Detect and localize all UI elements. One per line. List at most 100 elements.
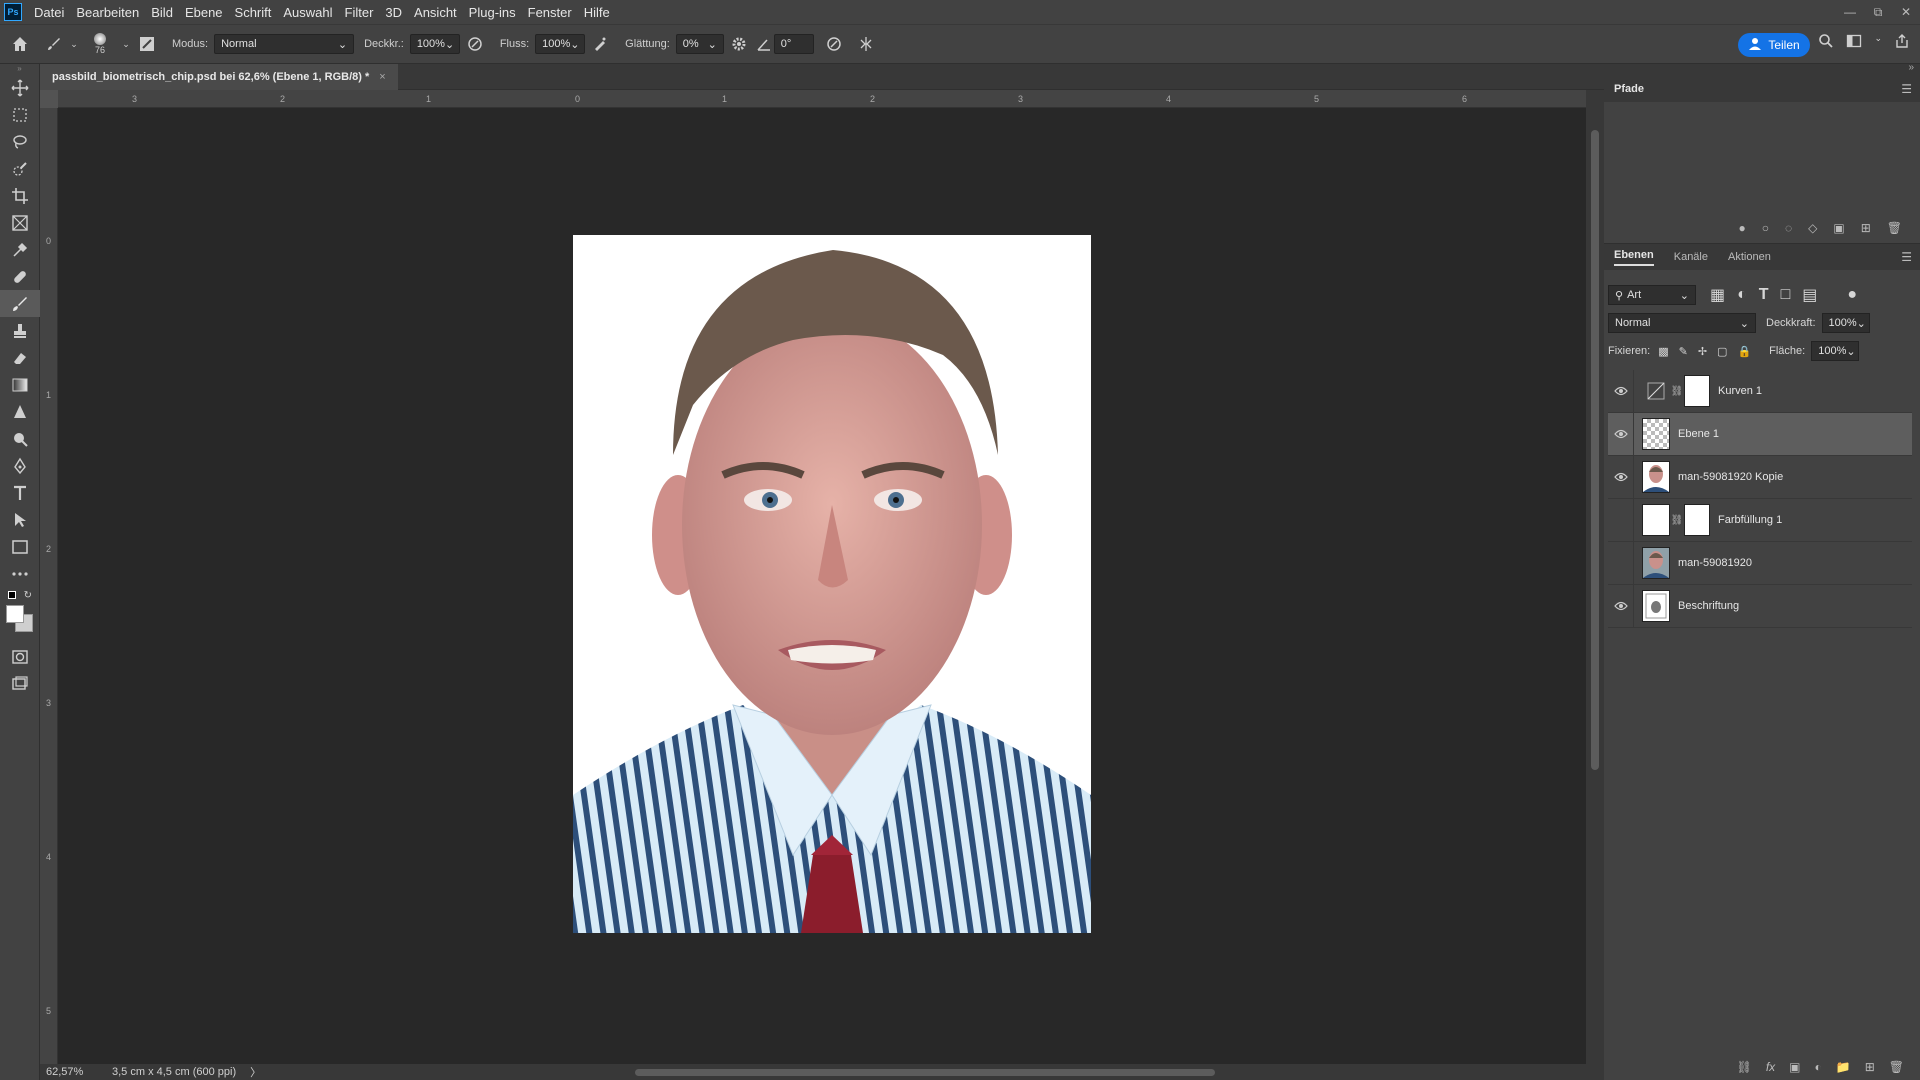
brush-settings-icon[interactable] [132,36,162,52]
link-layers-icon[interactable]: ⛓ [1737,1060,1752,1074]
layer-filter-select[interactable]: ⚲ Art ⌄ [1608,285,1696,305]
layer-thumbnail[interactable] [1642,418,1670,450]
layer-thumbnail[interactable] [1642,461,1670,493]
layer-thumbnail[interactable] [1642,547,1670,579]
foreground-color-swatch[interactable] [6,605,24,623]
layer-thumbnail[interactable] [1642,590,1670,622]
rectangle-tool-icon[interactable] [0,533,40,560]
scrollbar-thumb[interactable] [635,1069,1215,1076]
blend-mode-select[interactable]: Normal ⌄ [1608,313,1756,333]
chevron-down-icon[interactable]: ⌄ [120,39,132,50]
crop-tool-icon[interactable] [0,182,40,209]
layer-name[interactable]: Beschriftung [1678,600,1739,612]
menu-plugins[interactable]: Plug-ins [463,5,522,20]
tab-paths[interactable]: Pfade [1614,83,1644,95]
swap-arrow-icon[interactable]: ↻ [24,590,32,601]
link-icon[interactable]: ⛓ [1670,515,1684,526]
toolbar-grip-icon[interactable]: » [0,64,39,74]
vertical-scrollbar[interactable] [1586,90,1604,1064]
ruler-vertical[interactable]: 0 1 2 3 4 5 [40,108,58,1064]
document-tab[interactable]: passbild_biometrisch_chip.psd bei 62,6% … [40,64,398,90]
eye-hidden-slot[interactable] [1608,498,1634,542]
layer-name[interactable]: man-59081920 Kopie [1678,471,1783,483]
healing-brush-tool-icon[interactable] [0,263,40,290]
lock-icon[interactable]: 🔒 [1737,345,1751,358]
search-icon[interactable] [1818,33,1834,52]
brush-tool-icon[interactable] [0,290,40,317]
flow-field[interactable]: 100% ⌄ [535,34,586,54]
path-selection-tool-icon[interactable] [0,506,40,533]
menu-fenster[interactable]: Fenster [522,5,578,20]
close-icon[interactable]: × [379,71,385,83]
filter-type-icon[interactable]: T [1759,286,1769,304]
ruler-horizontal[interactable]: 3 2 1 0 1 2 3 4 5 6 [58,90,1586,108]
fill-path-icon[interactable]: ● [1738,221,1745,235]
make-path-icon[interactable]: ◇ [1808,221,1817,235]
layer-row-farbfuellung[interactable]: ⛓ Farbfüllung 1 [1608,498,1912,542]
menu-ansicht[interactable]: Ansicht [408,5,463,20]
menu-auswahl[interactable]: Auswahl [277,5,338,20]
filter-pixel-icon[interactable]: ▦ [1710,285,1725,305]
tab-channels[interactable]: Kanäle [1674,251,1708,263]
filter-smartobject-icon[interactable]: ▤ [1802,285,1817,305]
new-group-icon[interactable]: 📁 [1836,1060,1851,1074]
export-icon[interactable] [1894,33,1910,52]
eraser-tool-icon[interactable] [0,344,40,371]
layer-row-kurven[interactable]: ⛓ Kurven 1 [1608,369,1912,413]
filter-adjustment-icon[interactable]: ◐ [1737,286,1747,304]
workspace-icon[interactable] [1846,33,1862,52]
panel-menu-icon[interactable]: ☰ [1901,82,1912,96]
lock-artboard-icon[interactable]: ▢ [1717,345,1727,358]
marquee-tool-icon[interactable] [0,101,40,128]
add-mask-icon[interactable]: ▣ [1833,221,1844,235]
layer-row-ebene-1[interactable]: Ebene 1 [1608,412,1912,456]
default-colors-icon[interactable] [8,591,16,599]
clone-stamp-tool-icon[interactable] [0,317,40,344]
brush-preset-picker[interactable]: 76 [80,33,120,55]
opacity-field[interactable]: 100% ⌄ [409,34,460,54]
restore-icon[interactable]: ⧉ [1864,0,1892,24]
horizontal-scrollbar[interactable] [275,1064,1604,1080]
layer-mask-thumbnail[interactable] [1684,504,1710,536]
fill-color-thumbnail[interactable] [1642,504,1670,536]
blur-tool-icon[interactable] [0,398,40,425]
zoom-level[interactable]: 62,57% [40,1066,106,1078]
lasso-tool-icon[interactable] [0,128,40,155]
fill-field[interactable]: 100% ⌄ [1811,341,1860,361]
close-window-icon[interactable]: ✕ [1892,0,1920,24]
menu-hilfe[interactable]: Hilfe [578,5,616,20]
frame-tool-icon[interactable] [0,209,40,236]
fx-icon[interactable]: fx [1766,1060,1775,1074]
layer-row-man-kopie[interactable]: man-59081920 Kopie [1608,455,1912,499]
load-selection-icon[interactable]: ◌ [1785,221,1792,235]
minimize-icon[interactable]: — [1836,0,1864,24]
menu-3d[interactable]: 3D [379,5,408,20]
type-tool-icon[interactable] [0,479,40,506]
adjustment-layer-icon[interactable]: ◐ [1815,1060,1822,1074]
gradient-tool-icon[interactable] [0,371,40,398]
dodge-tool-icon[interactable] [0,425,40,452]
quick-mask-icon[interactable] [0,643,40,670]
eye-icon[interactable] [1608,369,1634,413]
menu-schrift[interactable]: Schrift [229,5,278,20]
eyedropper-tool-icon[interactable] [0,236,40,263]
move-tool-icon[interactable] [0,74,40,101]
layer-opacity-field[interactable]: 100% ⌄ [1821,313,1870,333]
status-menu-arrow-icon[interactable]: 〉 [250,1064,261,1080]
angle-field[interactable]: 0° [773,34,814,54]
layer-row-beschriftung[interactable]: Beschriftung [1608,584,1912,628]
passport-photo[interactable] [573,235,1091,933]
airbrush-icon[interactable] [585,36,615,52]
lock-pixels-icon[interactable]: ✎ [1679,345,1688,358]
home-icon[interactable] [0,35,40,53]
eye-icon[interactable] [1608,412,1634,456]
menu-bearbeiten[interactable]: Bearbeiten [70,5,145,20]
collapse-icon[interactable]: » [1908,62,1914,73]
chevron-down-icon[interactable]: ⌄ [1874,33,1882,52]
screen-mode-icon[interactable] [0,670,40,697]
new-path-icon[interactable]: ⊞ [1861,221,1871,235]
gear-icon[interactable] [724,36,754,52]
swap-colors-icon[interactable]: ↻ [0,587,40,603]
eye-icon[interactable] [1608,584,1634,628]
menu-bild[interactable]: Bild [145,5,179,20]
